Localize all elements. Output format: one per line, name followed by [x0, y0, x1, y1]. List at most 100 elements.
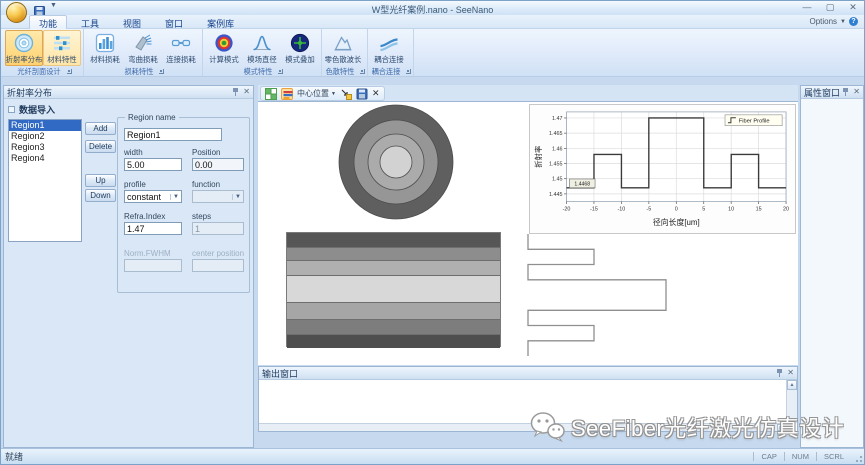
close-icon[interactable]: ✕ [787, 369, 794, 377]
close-view-icon[interactable]: ✕ [372, 88, 380, 99]
ribbon-button[interactable]: 材料特性 [43, 30, 81, 66]
region-name-input[interactable] [124, 128, 222, 141]
profile-select[interactable]: constant ▼ [124, 190, 182, 203]
grid-view-icon[interactable] [265, 87, 277, 100]
index-profile-icon [14, 33, 34, 53]
ribbon-tab[interactable]: 视图 [113, 15, 151, 29]
close-button[interactable]: ✕ [846, 2, 860, 13]
svg-text:Fiber Profile: Fiber Profile [739, 119, 770, 125]
coupling-icon [379, 33, 399, 53]
close-icon[interactable]: ✕ [853, 88, 860, 96]
pin-icon[interactable] [232, 88, 239, 96]
add-button[interactable]: Add [85, 122, 116, 135]
panel-header: 折射率分布 ✕ [4, 86, 253, 99]
dialog-launcher-icon[interactable] [158, 69, 164, 74]
export-arrow-icon[interactable] [340, 88, 352, 100]
svg-text:20: 20 [783, 206, 789, 212]
vertical-scrollbar[interactable]: ▲ [786, 380, 797, 423]
output-panel-title: 输出窗口 [262, 368, 299, 379]
dialog-launcher-icon[interactable] [360, 69, 365, 74]
refra-index-input[interactable] [124, 222, 182, 235]
horizontal-scrollbar[interactable]: ▶ [259, 423, 786, 431]
resize-grip[interactable] [853, 453, 863, 463]
data-import-toggle[interactable]: 数据导入 [8, 103, 55, 116]
dialog-launcher-icon[interactable] [66, 69, 72, 74]
ribbon-group: 耦合连接 耦合连接 [368, 29, 414, 76]
expander-icon [8, 106, 15, 113]
ribbon-button[interactable]: 计算模式 [205, 30, 243, 66]
region-list-item[interactable]: Region1 [9, 120, 81, 131]
ribbon-group-label: 光纤剖面设计 [16, 67, 61, 76]
dialog-launcher-icon[interactable] [406, 69, 411, 74]
ribbon-button[interactable]: 材料损耗 [86, 30, 124, 66]
delete-button[interactable]: Delete [85, 140, 116, 153]
svg-text:-5: -5 [646, 206, 651, 212]
down-button[interactable]: Down [85, 189, 116, 202]
ribbon-button[interactable]: 折射率分布 [5, 30, 43, 66]
chevron-down-icon: ▼ [232, 193, 241, 200]
region-list-item[interactable]: Region2 [9, 131, 81, 142]
profile-label: profile [124, 180, 146, 189]
ribbon-button-label: 模式叠加 [285, 55, 315, 64]
ribbon-group: 材料损耗 弯曲损耗 连接损耗损耗特性 [84, 29, 203, 76]
dialog-launcher-icon[interactable] [277, 69, 283, 74]
ribbon-button-label: 耦合连接 [374, 55, 404, 64]
svg-text:10: 10 [728, 206, 734, 212]
options-label: Options [809, 17, 838, 26]
pin-icon[interactable] [842, 88, 849, 96]
function-select[interactable]: ▼ [192, 190, 244, 203]
pin-icon[interactable] [776, 369, 783, 377]
material-loss-icon [95, 33, 115, 53]
chevron-down-icon: ▼ [840, 18, 846, 25]
ribbon-group-label: 损耗特性 [124, 67, 153, 76]
minimize-button[interactable]: — [800, 2, 814, 13]
norm-fwhm-input [124, 259, 182, 272]
svg-text:-20: -20 [563, 206, 571, 212]
region-list-item[interactable]: Region3 [9, 142, 81, 153]
width-label: width [124, 148, 143, 157]
ribbon-button[interactable]: 连接损耗 [162, 30, 200, 66]
ribbon-tab[interactable]: 功能 [29, 15, 68, 29]
steps-input [192, 222, 244, 235]
output-panel: 输出窗口 ✕ ▲ ▶ [258, 366, 798, 432]
ribbon-group-label: 色散特性 [325, 67, 355, 76]
ribbon-button[interactable]: 弯曲损耗 [124, 30, 162, 66]
maximize-button[interactable]: ▢ [823, 2, 837, 13]
panel-title: 折射率分布 [7, 87, 53, 98]
ribbon-button[interactable]: 模场直径 [243, 30, 281, 66]
scroll-up-icon[interactable]: ▲ [787, 380, 797, 390]
ribbon-tab[interactable]: 窗口 [155, 15, 193, 29]
region-name-groupbox: Region name width Position profile const… [117, 113, 250, 293]
fiber-profile-chart: -20 -15 -10 -5 0 5 10 15 20 1.445 1.45 1.455 1.46 1.4… [529, 104, 796, 234]
output-body: ▲ ▶ [259, 380, 797, 431]
ribbon-group: 计算模式 模场直径 模式叠加 模式特性 [203, 29, 322, 76]
ribbon-button[interactable]: 模式叠加 [281, 30, 319, 66]
ribbon-tab[interactable]: 工具 [71, 15, 109, 29]
width-input[interactable] [124, 158, 182, 171]
ribbon-tab-bar: 功能 工具 视图 窗口 案例库 Options ▼ ? [1, 15, 864, 29]
ribbon-button-label: 连接损耗 [166, 55, 196, 64]
stripe-band [287, 248, 500, 261]
save-view-icon[interactable] [356, 88, 368, 100]
ribbon-tab[interactable]: 案例库 [197, 15, 244, 29]
position-input[interactable] [192, 158, 244, 171]
help-icon[interactable]: ? [849, 17, 858, 26]
app-menu-button[interactable] [6, 2, 27, 23]
ribbon-button[interactable]: 零色散波长 [324, 30, 362, 66]
svg-text:-15: -15 [590, 206, 598, 212]
scroll-right-icon[interactable]: ▶ [777, 424, 786, 431]
mode-overlay-icon [290, 33, 310, 53]
stripe-band [287, 233, 500, 248]
ribbon-button-label: 材料特性 [47, 55, 77, 64]
options-menu[interactable]: Options ▼ ? [809, 17, 858, 26]
up-button[interactable]: Up [85, 174, 116, 187]
material-property-icon [52, 33, 72, 53]
ribbon-button[interactable]: 耦合连接 [370, 30, 408, 66]
region-list-item[interactable]: Region4 [9, 153, 81, 164]
center-position-label: 中心位置 [297, 89, 329, 98]
close-icon[interactable]: ✕ [243, 88, 250, 96]
center-position-dropdown[interactable]: 中心位置 ▼ [297, 88, 336, 99]
svg-text:1.445: 1.445 [549, 192, 563, 198]
ribbon: 折射率分布 材料特性 光纤剖面设计 材料损耗 弯曲损耗 连接损耗 损耗特性 计算模式 模场直径模… [1, 29, 864, 77]
channel-bars-icon[interactable] [281, 87, 293, 100]
